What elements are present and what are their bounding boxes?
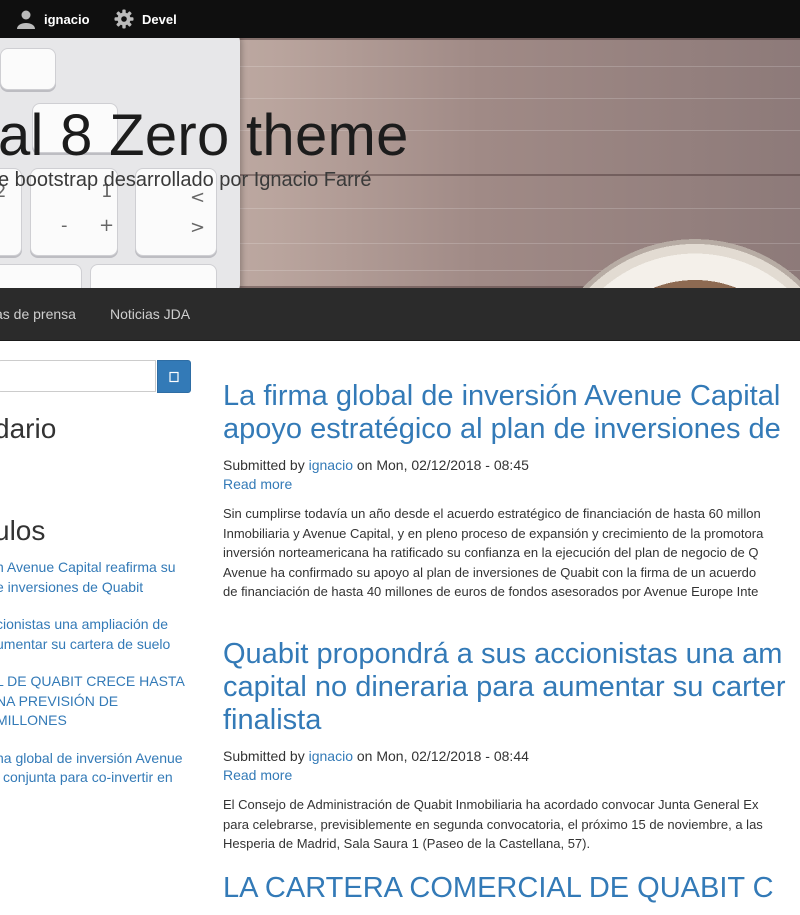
toolbar-devel-link[interactable]: Devel xyxy=(114,0,177,38)
article-title[interactable]: LA CARTERA COMERCIAL DE QUABIT C xyxy=(223,872,800,905)
article-body: Sin cumplirse todavía un año desde el ac… xyxy=(223,506,764,599)
search-input[interactable] xyxy=(0,360,156,392)
toolbar-user-label: ignacio xyxy=(44,11,90,27)
keyboard-key xyxy=(0,264,82,288)
search-icon xyxy=(169,371,179,382)
main-navigation: as de prensa Noticias JDA xyxy=(0,288,800,341)
toolbar-devel-label: Devel xyxy=(142,11,177,27)
search-button[interactable] xyxy=(157,360,191,393)
keyboard-key xyxy=(0,48,56,90)
admin-toolbar: ignacio Devel xyxy=(0,0,800,38)
article-author-link[interactable]: ignacio xyxy=(309,748,353,764)
article-title[interactable]: Quabit propondrá a sus accionistas una a… xyxy=(223,638,800,737)
calendar-block-title: dario xyxy=(0,413,57,444)
article-teaser: LA CARTERA COMERCIAL DE QUABIT C xyxy=(223,872,800,915)
coffee-cup-image xyxy=(525,223,800,288)
nav-item-notas-de-prensa[interactable]: as de prensa xyxy=(0,288,76,340)
recent-article-link[interactable]: na global de inversión Avenue l conjunta… xyxy=(0,749,196,788)
article-body: El Consejo de Administración de Quabit I… xyxy=(223,797,763,851)
header-banner: 2 1 - + < > al 8 Zero theme e bootstrap … xyxy=(0,38,800,288)
article-author-link[interactable]: ignacio xyxy=(309,457,353,473)
gear-icon xyxy=(114,9,134,29)
read-more-link[interactable]: Read more xyxy=(223,475,800,494)
article-title[interactable]: La firma global de inversión Avenue Capi… xyxy=(223,380,800,446)
article-date: on Mon, 02/12/2018 - 08:45 xyxy=(356,457,529,473)
recent-article-link[interactable]: cionistas una ampliación de umentar su c… xyxy=(0,615,196,654)
read-more-link[interactable]: Read more xyxy=(223,766,800,785)
recent-article-link[interactable]: L DE QUABIT CRECE HASTA NA PREVISIÓN DE … xyxy=(0,672,196,731)
site-name[interactable]: al 8 Zero theme xyxy=(0,102,409,169)
nav-item-noticias-jda[interactable]: Noticias JDA xyxy=(110,288,190,340)
article-meta: Submitted by ignacio on Mon, 02/12/2018 … xyxy=(223,748,529,764)
article-meta: Submitted by ignacio on Mon, 02/12/2018 … xyxy=(223,457,529,473)
article-teaser: Quabit propondrá a sus accionistas una a… xyxy=(223,638,800,854)
keyboard-key xyxy=(90,264,217,288)
recent-articles-list: n Avenue Capital reafirma su e inversion… xyxy=(0,558,196,806)
article-date: on Mon, 02/12/2018 - 08:44 xyxy=(356,748,529,764)
user-icon xyxy=(17,10,35,29)
articles-block-title: ulos xyxy=(0,515,46,546)
site-slogan: e bootstrap desarrollado por Ignacio Far… xyxy=(0,169,372,191)
article-teaser: La firma global de inversión Avenue Capi… xyxy=(223,380,800,602)
recent-article-link[interactable]: n Avenue Capital reafirma su e inversion… xyxy=(0,558,196,597)
toolbar-user-link[interactable]: ignacio xyxy=(16,0,90,38)
